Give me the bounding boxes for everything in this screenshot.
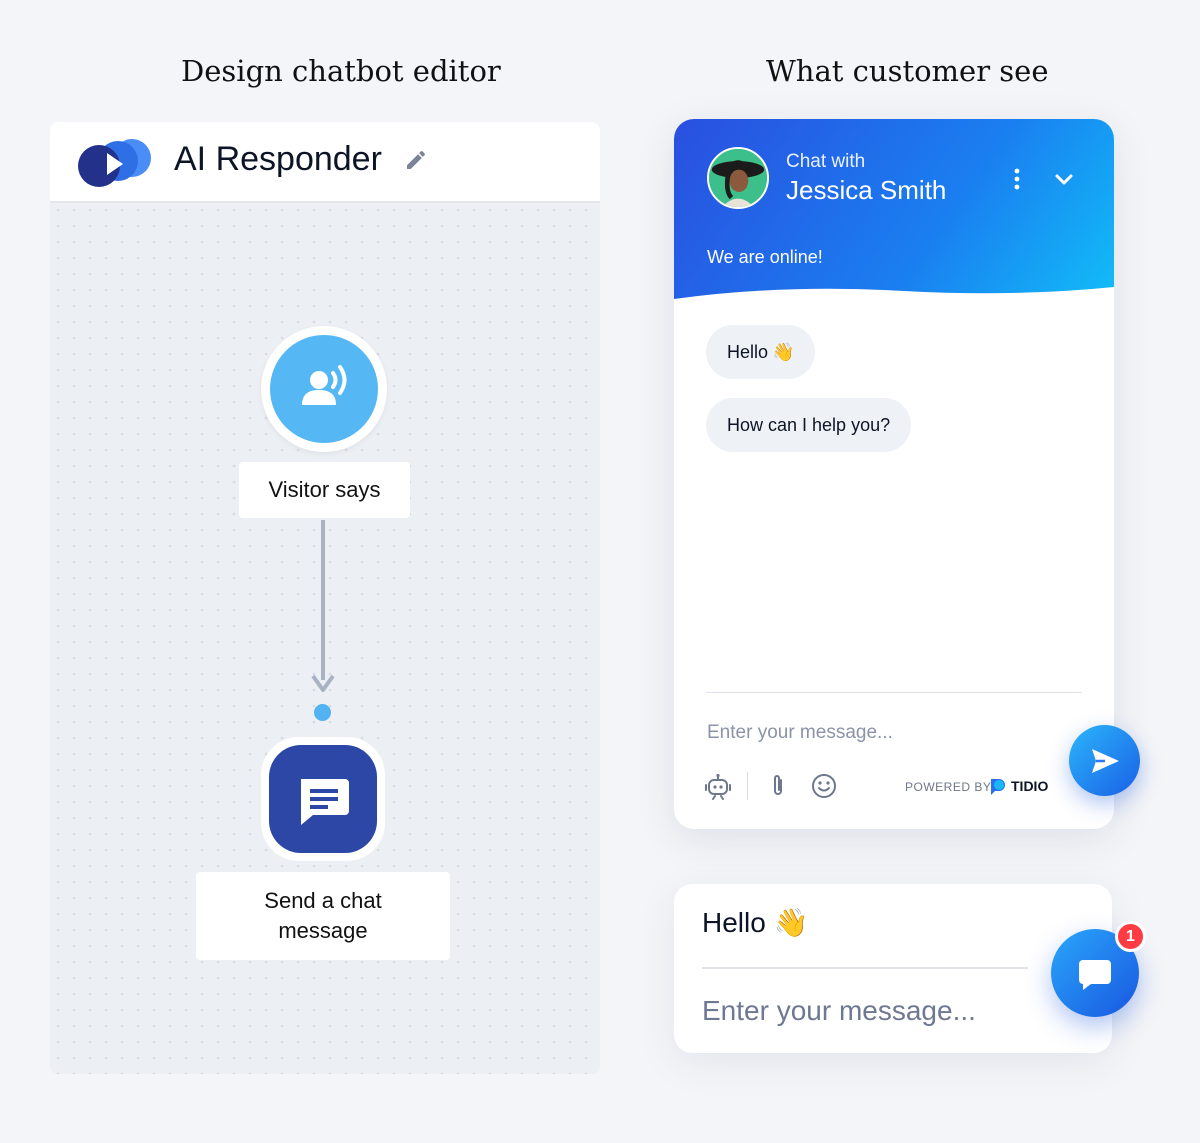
chevron-down-icon[interactable] — [1052, 167, 1076, 191]
mini-chat-preview: Hello 👋 — [674, 884, 1112, 1053]
customer-section-title: What customer see — [766, 54, 1049, 88]
send-button[interactable] — [1069, 725, 1140, 796]
mini-greeting-text: Hello — [702, 907, 766, 938]
visitor-says-label[interactable]: Visitor says — [239, 462, 410, 518]
header-wave-decoration — [674, 287, 1114, 309]
powered-by-label: POWERED BY — [905, 780, 992, 794]
message-input[interactable] — [707, 722, 1037, 744]
more-options-icon[interactable] — [1009, 167, 1025, 191]
online-status: We are online! — [707, 247, 823, 267]
chat-bubble-icon — [1079, 960, 1111, 990]
message-bubble: Hello 👋 — [706, 325, 816, 379]
message-text: Hello — [727, 341, 769, 362]
visitor-says-node-circle — [270, 335, 378, 443]
chat-message-icon — [301, 779, 349, 825]
agent-name: Jessica Smith — [786, 175, 947, 205]
tidio-logo-icon — [991, 779, 1005, 795]
unread-count-badge: 1 — [1115, 921, 1146, 952]
mini-greeting: Hello 👋 — [702, 906, 808, 939]
send-chat-message-node[interactable] — [261, 737, 385, 861]
send-icon — [1092, 749, 1119, 773]
editor-title: AI Responder — [174, 140, 382, 178]
edit-pencil-icon[interactable] — [404, 148, 428, 172]
connector-port[interactable] — [314, 704, 331, 721]
flow-connector — [321, 520, 325, 680]
send-chat-message-label[interactable]: Send a chat message — [196, 872, 450, 960]
chatbot-editor-canvas[interactable]: AI Responder Visitor says Send a chat me… — [50, 122, 600, 1074]
visitor-says-node[interactable] — [261, 326, 387, 452]
editor-section-title: Design chatbot editor — [181, 54, 501, 88]
agent-avatar — [707, 147, 769, 209]
mini-message-input[interactable] — [702, 995, 1022, 1027]
paperclip-icon[interactable] — [764, 772, 792, 800]
chat-with-label: Chat with — [786, 151, 866, 172]
message-text: How can I help you? — [727, 414, 891, 435]
toolbar-separator — [747, 772, 748, 800]
tidio-brand[interactable]: TIDIO — [1011, 778, 1048, 794]
message-bubble: How can I help you? — [706, 398, 912, 452]
waving-hand-emoji: 👋 — [773, 907, 809, 938]
arrow-down-icon — [311, 674, 335, 692]
waving-hand-emoji: 👋 — [772, 341, 795, 362]
chat-widget: Chat with Jessica Smith We are online! H… — [674, 119, 1114, 829]
composer-divider — [706, 692, 1082, 693]
send-chat-message-node-square — [269, 745, 377, 853]
speaking-person-icon — [302, 365, 347, 405]
mini-divider — [702, 967, 1028, 969]
ai-responder-logo-icon — [78, 139, 151, 187]
smiley-icon[interactable] — [810, 772, 838, 800]
editor-header: AI Responder — [50, 122, 600, 203]
bot-icon[interactable] — [704, 772, 732, 800]
